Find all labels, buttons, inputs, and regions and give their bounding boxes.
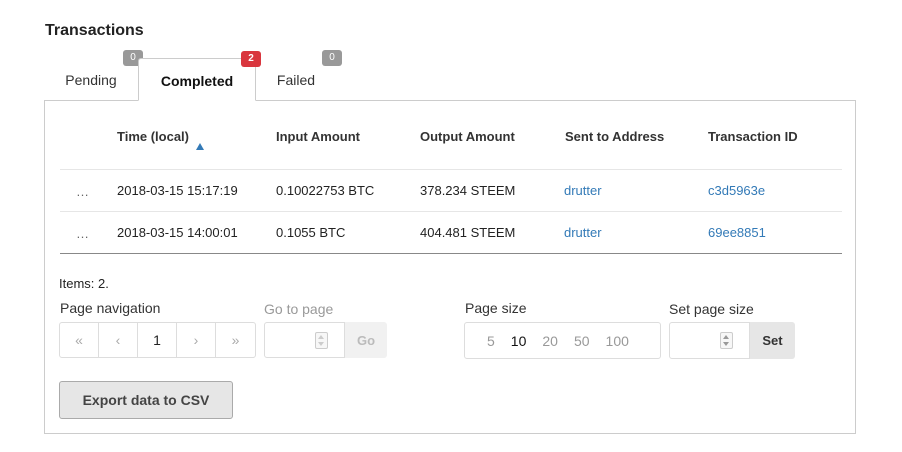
page-navigation-label: Page navigation <box>60 300 161 316</box>
tab-completed[interactable]: Completed 2 <box>138 51 261 101</box>
row-address-link[interactable]: drutter <box>564 225 602 240</box>
page-size-selector: 5 10 20 50 100 <box>464 322 661 359</box>
first-page-button[interactable]: « <box>60 323 99 357</box>
row-input-amount: 0.1055 BTC <box>276 225 346 240</box>
go-button[interactable]: Go <box>345 322 387 358</box>
go-to-page-input[interactable] <box>264 322 345 358</box>
column-header-transaction-id[interactable]: Transaction ID <box>708 129 798 144</box>
set-page-size-input[interactable] <box>669 322 750 359</box>
next-page-button[interactable]: › <box>177 323 216 357</box>
row-output-amount: 404.481 STEEM <box>420 225 516 240</box>
previous-page-button[interactable]: ‹ <box>99 323 138 357</box>
page-size-option-20[interactable]: 20 <box>542 333 558 349</box>
column-header-time[interactable]: Time (local) <box>117 129 189 144</box>
column-header-sent-to-address[interactable]: Sent to Address <box>565 129 664 144</box>
tab-pending[interactable]: Pending 0 <box>45 50 143 101</box>
set-page-size-button[interactable]: Set <box>750 322 795 359</box>
page-size-option-50[interactable]: 50 <box>574 333 590 349</box>
row-transaction-id-link[interactable]: 69ee8851 <box>708 225 766 240</box>
page-size-label: Page size <box>465 300 527 316</box>
page-size-option-100[interactable]: 100 <box>606 333 629 349</box>
row-output-amount: 378.234 STEEM <box>420 183 516 198</box>
table-bottom-border <box>60 253 842 254</box>
number-spinner-icon[interactable] <box>315 332 328 349</box>
section-title: Transactions <box>45 22 144 39</box>
sort-ascending-icon <box>196 143 204 150</box>
row-input-amount: 0.10022753 BTC <box>276 183 375 198</box>
tab-pending-label: Pending <box>65 72 117 88</box>
tab-completed-label: Completed <box>160 73 234 89</box>
current-page-button[interactable]: 1 <box>138 323 177 357</box>
pagination: « ‹ 1 › » <box>59 322 256 358</box>
set-page-size-label: Set page size <box>669 301 754 317</box>
row-transaction-id-link[interactable]: c3d5963e <box>708 183 765 198</box>
export-csv-button[interactable]: Export data to CSV <box>59 381 233 419</box>
items-count: Items: 2. <box>59 276 109 291</box>
column-header-input-amount[interactable]: Input Amount <box>276 129 360 144</box>
tab-failed[interactable]: Failed 0 <box>260 50 342 101</box>
row-address-link[interactable]: drutter <box>564 183 602 198</box>
page-size-option-5[interactable]: 5 <box>487 333 495 349</box>
header-divider <box>60 169 842 170</box>
row-time: 2018-03-15 14:00:01 <box>117 225 238 240</box>
row-menu-icon[interactable]: … <box>76 226 90 241</box>
failed-count-badge: 0 <box>322 50 342 66</box>
completed-count-badge: 2 <box>241 51 261 67</box>
number-spinner-icon[interactable] <box>720 332 733 349</box>
tab-failed-label: Failed <box>276 72 316 88</box>
row-divider <box>60 211 842 212</box>
page-size-option-10[interactable]: 10 <box>511 333 527 349</box>
go-to-page-label: Go to page <box>264 301 334 317</box>
column-header-output-amount[interactable]: Output Amount <box>420 129 515 144</box>
row-menu-icon[interactable]: … <box>76 184 90 199</box>
last-page-button[interactable]: » <box>216 323 255 357</box>
row-time: 2018-03-15 15:17:19 <box>117 183 238 198</box>
